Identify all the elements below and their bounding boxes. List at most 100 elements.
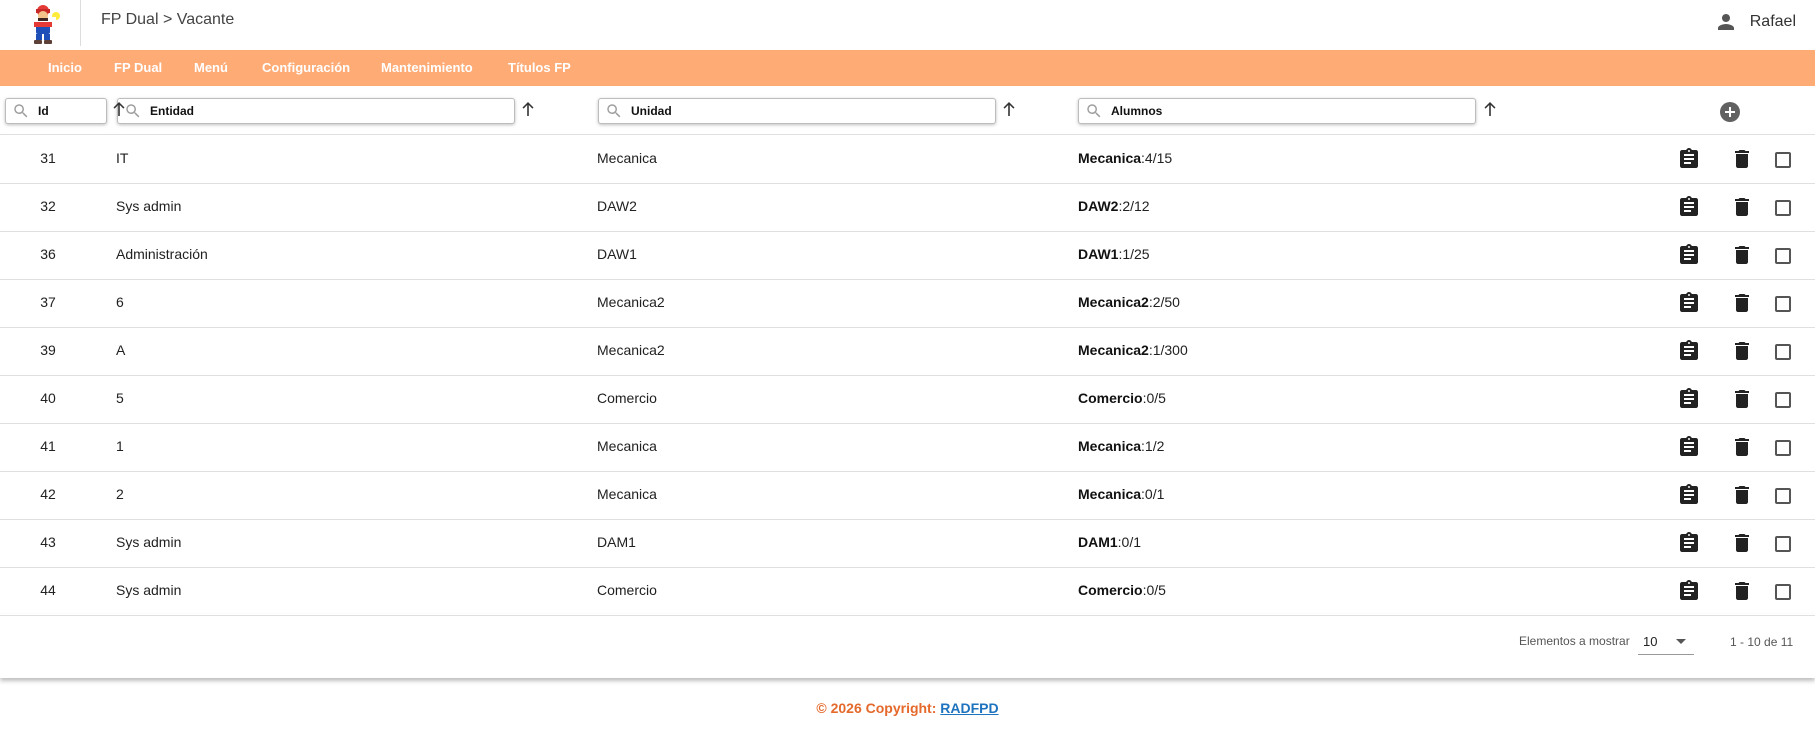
cell-unidad: Comercio: [597, 390, 657, 406]
top-bar: FP Dual > Vacante Rafael: [0, 0, 1815, 50]
row-checkbox[interactable]: [1775, 152, 1791, 168]
user-name: Rafael: [1749, 13, 1796, 30]
cell-id: 37: [40, 294, 56, 310]
row-checkbox[interactable]: [1775, 296, 1791, 312]
cell-entidad: IT: [116, 150, 129, 166]
nav-titulos-fp[interactable]: Títulos FP: [508, 60, 571, 75]
view-button[interactable]: [1677, 387, 1701, 411]
search-icon: [607, 104, 621, 118]
view-button[interactable]: [1677, 243, 1701, 267]
cell-id: 42: [40, 486, 56, 502]
table-row: 41 1 Mecanica Mecanica:1/2: [0, 423, 1815, 472]
table-row: 36 Administración DAW1 DAW1:1/25: [0, 231, 1815, 280]
delete-button[interactable]: [1730, 531, 1754, 555]
nav-configuracion[interactable]: Configuración: [262, 60, 350, 75]
row-checkbox[interactable]: [1775, 440, 1791, 456]
unidad-filter-input[interactable]: [629, 103, 995, 119]
add-circle-icon[interactable]: [1719, 101, 1741, 123]
view-button[interactable]: [1677, 483, 1701, 507]
row-checkbox[interactable]: [1775, 200, 1791, 216]
page-size-select[interactable]: 10: [1638, 628, 1694, 655]
cell-alumnos: Mecanica:1/2: [1078, 438, 1164, 454]
view-button[interactable]: [1677, 291, 1701, 315]
unidad-filter[interactable]: [598, 98, 996, 124]
nav-inicio[interactable]: Inicio: [48, 60, 82, 75]
cell-entidad: 6: [116, 294, 124, 310]
delete-button[interactable]: [1730, 387, 1754, 411]
delete-button[interactable]: [1730, 291, 1754, 315]
cell-unidad: Mecanica: [597, 438, 657, 454]
mario-logo[interactable]: [24, 2, 64, 46]
trash-icon: [1735, 342, 1749, 360]
person-icon: [1717, 14, 1734, 30]
sort-unidad-button[interactable]: [1002, 101, 1016, 117]
cell-id: 44: [40, 582, 56, 598]
cell-unidad: Mecanica2: [597, 294, 665, 310]
row-checkbox[interactable]: [1775, 536, 1791, 552]
arrow-up-icon: [113, 102, 125, 116]
cell-id: 36: [40, 246, 56, 262]
user-menu[interactable]: Rafael: [1714, 10, 1796, 34]
alumnos-unit: DAW1: [1078, 246, 1119, 262]
entidad-filter-input[interactable]: [148, 103, 514, 119]
cell-entidad: 1: [116, 438, 124, 454]
view-button[interactable]: [1677, 435, 1701, 459]
alumnos-filter[interactable]: [1078, 98, 1476, 124]
alumnos-filter-input[interactable]: [1109, 103, 1475, 119]
cell-id: 40: [40, 390, 56, 406]
view-button[interactable]: [1677, 531, 1701, 555]
sort-entidad-button[interactable]: [521, 101, 535, 117]
view-button[interactable]: [1677, 195, 1701, 219]
alumnos-count: :0/1: [1117, 534, 1142, 550]
trash-icon: [1735, 294, 1749, 312]
alumnos-count: :4/15: [1141, 150, 1173, 166]
delete-button[interactable]: [1730, 579, 1754, 603]
row-checkbox[interactable]: [1775, 488, 1791, 504]
view-button[interactable]: [1677, 339, 1701, 363]
delete-button[interactable]: [1730, 435, 1754, 459]
row-checkbox[interactable]: [1775, 584, 1791, 600]
cell-entidad: 2: [116, 486, 124, 502]
sort-alumnos-button[interactable]: [1483, 101, 1497, 117]
table-row: 39 A Mecanica2 Mecanica2:1/300: [0, 327, 1815, 376]
nav-mantenimiento[interactable]: Mantenimiento: [381, 60, 473, 75]
search-icon: [14, 104, 28, 118]
copyright-text: © 2026 Copyright:: [816, 700, 941, 716]
delete-button[interactable]: [1730, 243, 1754, 267]
view-button[interactable]: [1677, 147, 1701, 171]
delete-button[interactable]: [1730, 483, 1754, 507]
cell-unidad: DAM1: [597, 534, 636, 550]
row-checkbox[interactable]: [1775, 248, 1791, 264]
trash-icon: [1735, 438, 1749, 456]
entidad-filter[interactable]: [117, 98, 515, 124]
cell-id: 43: [40, 534, 56, 550]
filter-row: [0, 86, 1815, 135]
row-checkbox[interactable]: [1775, 344, 1791, 360]
id-filter[interactable]: [5, 98, 107, 124]
alumnos-unit: Comercio: [1078, 390, 1143, 406]
row-checkbox[interactable]: [1775, 392, 1791, 408]
view-button[interactable]: [1677, 579, 1701, 603]
page-size-label: Elementos a mostrar: [1519, 634, 1630, 648]
alumnos-unit: Comercio: [1078, 582, 1143, 598]
cell-alumnos: DAM1:0/1: [1078, 534, 1141, 550]
nav-menu[interactable]: Menú: [194, 60, 228, 75]
cell-unidad: Mecanica: [597, 150, 657, 166]
paginator: Elementos a mostrar 10 1 - 10 de 11: [0, 614, 1815, 678]
delete-button[interactable]: [1730, 195, 1754, 219]
cell-unidad: Mecanica2: [597, 342, 665, 358]
delete-button[interactable]: [1730, 339, 1754, 363]
nav-fp-dual[interactable]: FP Dual: [114, 60, 162, 75]
copyright-link[interactable]: RADFPD: [940, 700, 998, 716]
cell-alumnos: DAW2:2/12: [1078, 198, 1150, 214]
header-divider: [80, 0, 81, 46]
table-row: 44 Sys admin Comercio Comercio:0/5: [0, 567, 1815, 616]
cell-unidad: Mecanica: [597, 486, 657, 502]
table-row: 31 IT Mecanica Mecanica:4/15: [0, 135, 1815, 184]
alumnos-count: :1/300: [1148, 342, 1188, 358]
delete-button[interactable]: [1730, 147, 1754, 171]
sort-id-button[interactable]: [112, 101, 126, 117]
id-filter-input[interactable]: [36, 103, 106, 119]
arrow-up-icon: [1003, 102, 1015, 116]
cell-alumnos: Comercio:0/5: [1078, 390, 1166, 406]
